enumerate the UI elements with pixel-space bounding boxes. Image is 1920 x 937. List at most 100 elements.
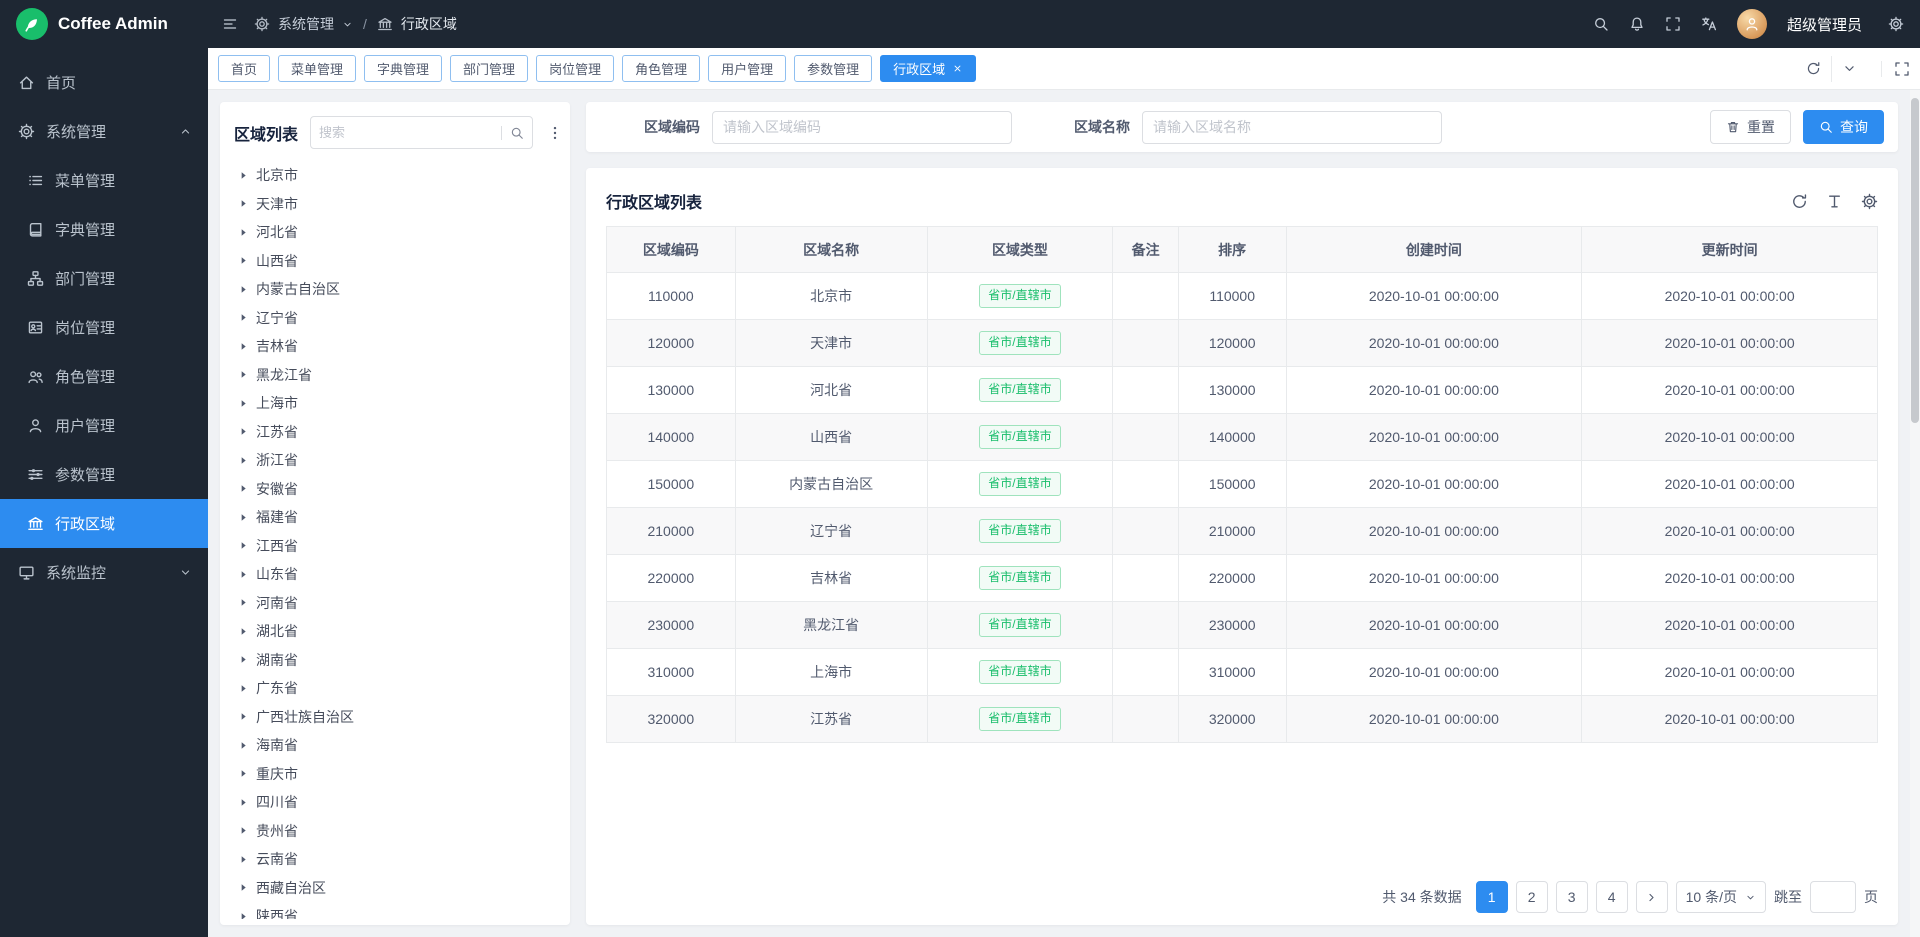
sidebar-item-menu-management[interactable]: 菜单管理 [0,156,208,205]
caret-right-icon[interactable] [238,540,249,551]
sidebar-item-dict-management[interactable]: 字典管理 [0,205,208,254]
tab-1[interactable]: 菜单管理 [278,55,356,82]
content-fullscreen-icon[interactable] [1881,61,1914,77]
tree-item[interactable]: 广西壮族自治区 [234,703,556,732]
caret-right-icon[interactable] [238,455,249,466]
caret-right-icon[interactable] [238,882,249,893]
avatar[interactable] [1737,9,1767,39]
table-row[interactable]: 220000吉林省省市/直辖市2200002020-10-01 00:00:00… [607,555,1878,602]
search-icon[interactable] [501,126,524,140]
caret-right-icon[interactable] [238,398,249,409]
tree-item[interactable]: 山西省 [234,247,556,276]
scrollbar-thumb[interactable] [1911,98,1919,423]
caret-right-icon[interactable] [238,284,249,295]
tree-item[interactable]: 上海市 [234,389,556,418]
tree-item[interactable]: 辽宁省 [234,304,556,333]
tab-0[interactable]: 首页 [218,55,270,82]
fullscreen-icon[interactable] [1665,16,1681,32]
tree-item[interactable]: 陕西省 [234,902,556,919]
tree-item[interactable]: 广东省 [234,674,556,703]
tree-more-menu-icon[interactable] [545,123,565,143]
refresh-table-icon[interactable] [1791,193,1808,210]
settings-gear-icon[interactable] [1888,16,1904,32]
sidebar-item-role-management[interactable]: 角色管理 [0,352,208,401]
caret-right-icon[interactable] [238,797,249,808]
tree-item[interactable]: 湖北省 [234,617,556,646]
jump-page-input[interactable] [1810,881,1856,913]
region-name-input[interactable] [1142,111,1442,144]
caret-right-icon[interactable] [238,854,249,865]
breadcrumb-item-system[interactable]: 系统管理 [278,14,334,34]
table-row[interactable]: 130000河北省省市/直辖市1300002020-10-01 00:00:00… [607,367,1878,414]
tab-8[interactable]: 行政区域 [880,55,976,82]
search-icon[interactable] [1593,16,1609,32]
tab-4[interactable]: 岗位管理 [536,55,614,82]
caret-right-icon[interactable] [238,654,249,665]
tree-item[interactable]: 河北省 [234,218,556,247]
caret-right-icon[interactable] [238,569,249,580]
caret-right-icon[interactable] [238,198,249,209]
tree-item[interactable]: 江西省 [234,532,556,561]
tree-item[interactable]: 四川省 [234,788,556,817]
caret-right-icon[interactable] [238,426,249,437]
tree-item[interactable]: 贵州省 [234,817,556,846]
tree-item[interactable]: 浙江省 [234,446,556,475]
table-row[interactable]: 150000内蒙古自治区省市/直辖市1500002020-10-01 00:00… [607,461,1878,508]
bell-icon[interactable] [1629,16,1645,32]
table-row[interactable]: 210000辽宁省省市/直辖市2100002020-10-01 00:00:00… [607,508,1878,555]
caret-right-icon[interactable] [238,740,249,751]
caret-right-icon[interactable] [238,597,249,608]
collapse-sidebar-icon[interactable] [222,16,238,32]
close-icon[interactable] [952,63,963,74]
tree-item[interactable]: 海南省 [234,731,556,760]
tree-item[interactable]: 山东省 [234,560,556,589]
tree-item[interactable]: 重庆市 [234,760,556,789]
caret-right-icon[interactable] [238,683,249,694]
page-button-4[interactable]: 4 [1596,881,1628,913]
caret-right-icon[interactable] [238,711,249,722]
sidebar-item-system-management[interactable]: 系统管理 [0,107,208,156]
tree-search-input[interactable] [319,125,495,140]
sidebar-item-user-management[interactable]: 用户管理 [0,401,208,450]
sidebar-item-dept-management[interactable]: 部门管理 [0,254,208,303]
caret-right-icon[interactable] [238,255,249,266]
tab-3[interactable]: 部门管理 [450,55,528,82]
sidebar-item-admin-region[interactable]: 行政区域 [0,499,208,548]
caret-right-icon[interactable] [238,768,249,779]
table-row[interactable]: 110000北京市省市/直辖市1100002020-10-01 00:00:00… [607,273,1878,320]
table-row[interactable]: 230000黑龙江省省市/直辖市2300002020-10-01 00:00:0… [607,602,1878,649]
tree-item[interactable]: 福建省 [234,503,556,532]
caret-right-icon[interactable] [238,312,249,323]
caret-right-icon[interactable] [238,369,249,380]
sidebar-item-post-management[interactable]: 岗位管理 [0,303,208,352]
tree-item[interactable]: 北京市 [234,161,556,190]
tab-6[interactable]: 用户管理 [708,55,786,82]
tree-item[interactable]: 内蒙古自治区 [234,275,556,304]
tab-7[interactable]: 参数管理 [794,55,872,82]
table-settings-gear-icon[interactable] [1861,193,1878,210]
caret-right-icon[interactable] [238,825,249,836]
table-row[interactable]: 320000江苏省省市/直辖市3200002020-10-01 00:00:00… [607,696,1878,743]
query-button[interactable]: 查询 [1803,110,1884,144]
translate-icon[interactable] [1701,16,1717,32]
vertical-scrollbar[interactable] [1910,90,1920,937]
caret-right-icon[interactable] [238,483,249,494]
tree-item[interactable]: 西藏自治区 [234,874,556,903]
next-page-button[interactable] [1636,881,1668,913]
sidebar-item-home[interactable]: 首页 [0,58,208,107]
caret-right-icon[interactable] [238,170,249,181]
tree-item[interactable]: 安徽省 [234,475,556,504]
tree-item[interactable]: 湖南省 [234,646,556,675]
page-button-1[interactable]: 1 [1476,881,1508,913]
tree-item[interactable]: 江苏省 [234,418,556,447]
tree-item[interactable]: 云南省 [234,845,556,874]
tab-menu-chevron-icon[interactable] [1831,56,1867,82]
tree-item[interactable]: 天津市 [234,190,556,219]
caret-right-icon[interactable] [238,341,249,352]
reset-button[interactable]: 重置 [1710,110,1791,144]
current-user-name[interactable]: 超级管理员 [1787,14,1862,35]
caret-right-icon[interactable] [238,227,249,238]
tree-item[interactable]: 吉林省 [234,332,556,361]
table-row[interactable]: 140000山西省省市/直辖市1400002020-10-01 00:00:00… [607,414,1878,461]
column-width-icon[interactable] [1826,193,1843,210]
